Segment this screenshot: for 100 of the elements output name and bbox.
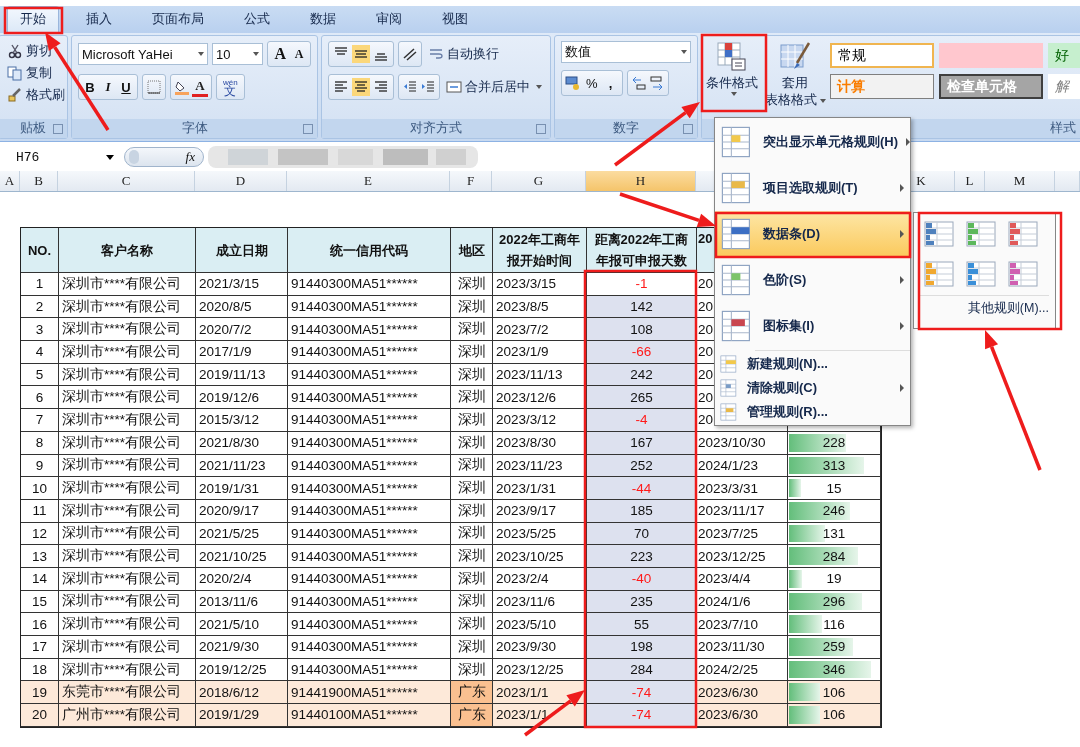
menu-item[interactable]: 突出显示单元格规则(H) xyxy=(715,119,910,165)
table-cell: 265 xyxy=(587,386,697,410)
column-header[interactable]: F xyxy=(450,171,492,191)
table-cell: 313 xyxy=(822,457,846,473)
table-cell: 2 xyxy=(21,295,59,319)
table-cell: 91440300MA51****** xyxy=(288,636,451,659)
menu-item[interactable]: 数据条(D) xyxy=(715,211,910,257)
table-cell: 296 xyxy=(822,593,846,609)
column-heading: 报开始时间 xyxy=(507,252,572,270)
table-cell: 深圳 xyxy=(451,590,493,614)
table-cell: -44 xyxy=(587,477,697,500)
table-cell: 7 xyxy=(21,409,59,432)
percent-button[interactable]: % xyxy=(583,75,601,91)
formula-button-bar[interactable]: fx xyxy=(124,147,204,167)
table-cell: 2019/1/31 xyxy=(196,477,288,500)
table-cell: 246 xyxy=(822,503,846,519)
column-header[interactable]: M xyxy=(985,171,1055,191)
table-cell: 106 xyxy=(822,707,846,723)
name-box[interactable]: H76 xyxy=(0,147,120,167)
column-header[interactable]: B xyxy=(20,171,58,191)
table-cell: 13 xyxy=(21,545,59,568)
table-cell: 91440300MA51****** xyxy=(288,590,451,614)
shrink-font-button[interactable]: A xyxy=(291,46,307,62)
table-cell: 14 xyxy=(21,567,59,591)
wrap-text-button[interactable]: 自动换行 xyxy=(426,45,501,63)
table-cell: 广东 xyxy=(451,681,493,705)
table-cell: 116 xyxy=(823,616,845,632)
column-heading: 20 xyxy=(698,230,713,248)
bold-button[interactable]: B xyxy=(82,79,98,95)
ribbon-tab[interactable]: 页面布局 xyxy=(139,6,217,33)
table-cell: 2023/10/30 xyxy=(697,431,788,455)
ribbon-tab[interactable]: 数据 xyxy=(297,6,349,33)
table-cell: 深圳市****有限公司 xyxy=(59,499,196,523)
ribbon-tab[interactable]: 审阅 xyxy=(363,6,415,33)
table-cell: 深圳市****有限公司 xyxy=(59,341,196,364)
grow-font-button[interactable]: A xyxy=(271,45,289,63)
table-cell: 2015/3/12 xyxy=(196,409,288,432)
cell-style-button[interactable]: 常规 xyxy=(830,43,934,68)
italic-button[interactable]: I xyxy=(100,79,116,95)
table-cell: 91440300MA51****** xyxy=(288,477,451,500)
column-header[interactable]: A xyxy=(0,171,20,191)
table-cell: -74 xyxy=(587,704,697,727)
ribbon-tab[interactable]: 视图 xyxy=(429,6,481,33)
column-heading: 统一信用代码 xyxy=(330,241,408,260)
column-heading: 2022年工商年 xyxy=(499,231,580,249)
column-header[interactable]: C xyxy=(58,171,195,191)
table-cell: 深圳 xyxy=(451,545,493,568)
table-cell: 2021/11/23 xyxy=(196,454,288,478)
table-cell: 2020/9/17 xyxy=(196,499,288,523)
column-heading: 地区 xyxy=(458,241,485,260)
font-name-dropdown[interactable]: Microsoft YaHei xyxy=(78,43,209,65)
table-cell: 91440300MA51****** xyxy=(288,318,451,342)
table-cell: 91440300MA51****** xyxy=(288,363,451,387)
column-header[interactable]: D xyxy=(195,171,287,191)
column-header[interactable]: E xyxy=(287,171,450,191)
clipboard-button[interactable]: 复制 xyxy=(7,63,61,83)
table-cell: 深圳 xyxy=(451,295,493,319)
table-cell: 深圳市****有限公司 xyxy=(59,409,196,432)
menu-item[interactable]: 其他规则(M)... xyxy=(920,295,1049,317)
table-cell: 深圳 xyxy=(451,273,493,296)
table-cell: 10 xyxy=(21,477,59,500)
cell-style-button[interactable]: 解 xyxy=(1048,74,1080,99)
table-cell: 3 xyxy=(21,318,59,342)
font-size-dropdown[interactable]: 10 xyxy=(212,43,264,65)
table-cell: 131 xyxy=(822,525,846,541)
table-cell: 228 xyxy=(822,435,846,451)
table-cell: 91440300MA51****** xyxy=(288,499,451,523)
cell-style-button[interactable]: 好 xyxy=(1048,43,1080,68)
table-cell: 2021/5/25 xyxy=(196,522,288,546)
table-cell: 广州市****有限公司 xyxy=(59,704,196,727)
underline-button[interactable]: U xyxy=(118,79,134,95)
table-cell: -4 xyxy=(587,409,697,432)
comma-button[interactable]: , xyxy=(602,75,619,91)
table-cell: 108 xyxy=(587,318,697,342)
number-format-dropdown[interactable]: 数值 xyxy=(561,41,691,63)
table-cell: 2019/1/29 xyxy=(196,704,288,727)
column-heading: NO. xyxy=(27,241,52,260)
table-cell: 2024/1/23 xyxy=(697,454,788,478)
table-cell: 深圳 xyxy=(451,409,493,432)
table-cell: 259 xyxy=(822,639,846,655)
merge-center-button[interactable]: 合并后居中 xyxy=(444,78,544,96)
table-cell: 深圳市****有限公司 xyxy=(59,567,196,591)
table-cell: 15 xyxy=(21,590,59,614)
table-cell: 12 xyxy=(21,522,59,546)
table-cell: 91440300MA51****** xyxy=(288,454,451,478)
table-cell: 8 xyxy=(21,431,59,455)
table-cell: 2023/6/30 xyxy=(697,704,788,727)
table-cell: 91440300MA51****** xyxy=(288,545,451,568)
table-cell: -74 xyxy=(587,681,697,705)
table-cell: 15 xyxy=(826,480,842,496)
column-header[interactable]: H xyxy=(586,171,696,191)
ribbon-tab[interactable]: 公式 xyxy=(231,6,283,33)
table-cell: 深圳 xyxy=(451,522,493,546)
ribbon-tab[interactable]: 插入 xyxy=(73,6,125,33)
table-cell: 2017/1/9 xyxy=(196,341,288,364)
table-cell: 198 xyxy=(587,636,697,659)
table-cell: 6 xyxy=(21,386,59,410)
column-header[interactable]: L xyxy=(955,171,985,191)
group-label: 字体 xyxy=(181,120,208,137)
table-cell: 2023/4/4 xyxy=(697,567,788,591)
